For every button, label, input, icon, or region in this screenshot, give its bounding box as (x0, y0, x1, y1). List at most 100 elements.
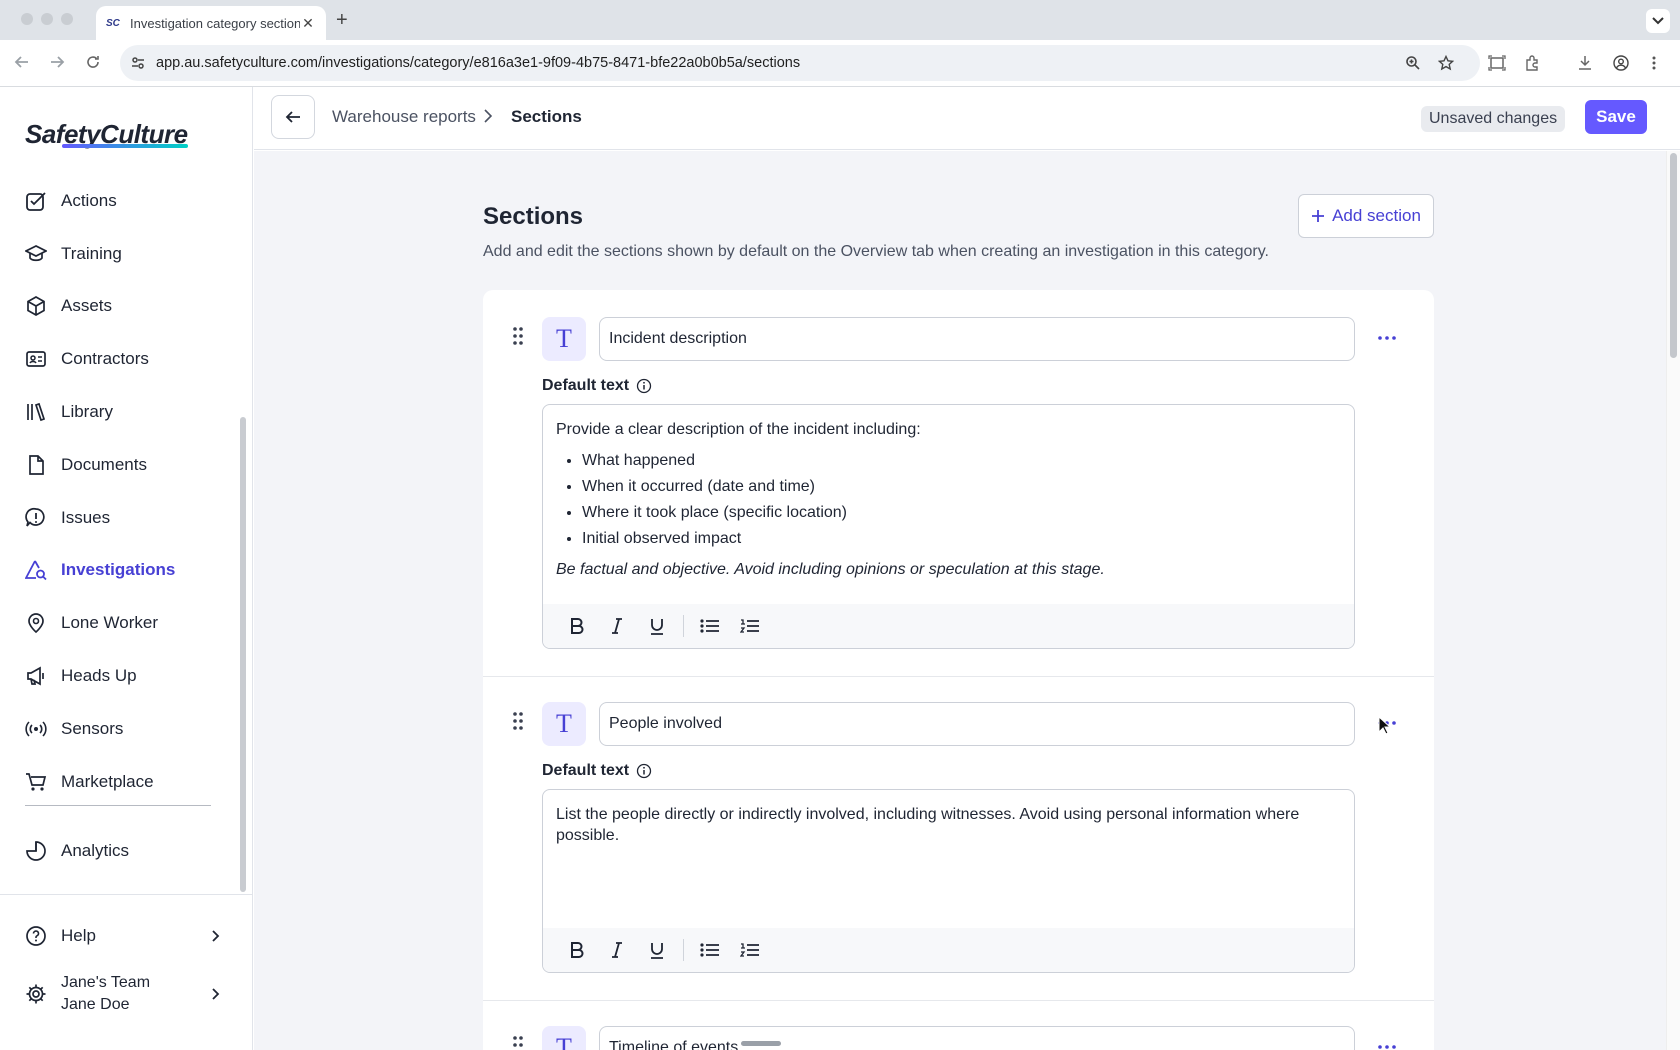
map-pin-icon (24, 611, 48, 635)
add-section-button[interactable]: Add section (1298, 194, 1434, 238)
list-item: Initial observed impact (582, 528, 1341, 549)
sidebar-scroll-fade (0, 165, 240, 181)
window-minimize-button[interactable] (41, 13, 53, 25)
drag-handle-icon[interactable] (513, 327, 523, 345)
tab-search-button[interactable] (1646, 9, 1670, 33)
sidebar-item-heads-up[interactable]: Heads Up (0, 656, 240, 696)
window-close-button[interactable] (21, 13, 33, 25)
default-text-label: Default text (542, 377, 652, 395)
forward-nav-icon[interactable] (49, 54, 65, 70)
profile-icon[interactable] (1613, 55, 1629, 71)
sidebar-item-marketplace[interactable]: Marketplace (0, 762, 240, 802)
browser-tab[interactable]: SC Investigation category sections ✕ (96, 6, 326, 40)
drag-handle-icon[interactable] (513, 1036, 523, 1050)
chevron-right-icon (212, 930, 220, 942)
italic-button[interactable] (597, 935, 637, 965)
section-title-input[interactable] (599, 1026, 1355, 1050)
section-title-input[interactable] (599, 317, 1355, 361)
new-tab-icon[interactable]: + (336, 10, 348, 30)
page-scrollbar-thumb[interactable] (1670, 153, 1677, 358)
sidebar-item-issues[interactable]: Issues (0, 498, 240, 538)
numbered-list-icon (740, 943, 759, 957)
bold-button[interactable] (557, 611, 597, 641)
save-button[interactable]: Save (1585, 100, 1647, 134)
numbered-list-button[interactable] (730, 935, 770, 965)
sidebar-item-label: Assets (61, 296, 113, 315)
info-icon[interactable] (636, 378, 652, 394)
numbered-list-button[interactable] (730, 611, 770, 641)
sidebar-item-analytics[interactable]: Analytics (0, 831, 240, 871)
default-text-editor[interactable]: Provide a clear description of the incid… (542, 404, 1355, 649)
browser-tab-strip: SC Investigation category sections ✕ + (0, 0, 1680, 40)
plus-icon (1312, 210, 1325, 222)
downloads-icon[interactable] (1577, 55, 1593, 71)
sidebar-item-lone-worker[interactable]: Lone Worker (0, 603, 240, 643)
arrow-left-icon (285, 111, 300, 123)
sensor-icon (24, 717, 48, 741)
sidebar-item-label: Heads Up (61, 666, 137, 685)
sidebar-item-account[interactable]: Jane's Team Jane Doe (0, 967, 240, 1021)
sidebar-item-sensors[interactable]: Sensors (0, 709, 240, 749)
italic-icon (612, 942, 622, 958)
tab-close-icon[interactable]: ✕ (300, 15, 316, 32)
browser-menu-icon[interactable] (1651, 55, 1657, 71)
main-content: Sections Add and edit the sections shown… (254, 151, 1666, 1050)
section-title-input[interactable] (599, 702, 1355, 746)
help-icon (24, 924, 48, 948)
underline-icon (651, 618, 663, 635)
sidebar-item-contractors[interactable]: Contractors (0, 339, 240, 379)
italic-icon (612, 618, 622, 634)
horizontal-scroll-indicator (741, 1041, 781, 1046)
bullet-list-button[interactable] (690, 611, 730, 641)
breadcrumb-parent-link[interactable]: Warehouse reports (332, 107, 476, 127)
sidebar-item-assets[interactable]: Assets (0, 286, 240, 326)
default-text-label-text: Default text (542, 762, 630, 779)
sidebar-item-library[interactable]: Library (0, 392, 240, 432)
bold-button[interactable] (557, 935, 597, 965)
zoom-icon[interactable] (1405, 55, 1421, 71)
default-text-editor[interactable]: List the people directly or indirectly i… (542, 789, 1355, 973)
bookmark-star-icon[interactable] (1438, 55, 1454, 71)
back-nav-icon[interactable] (14, 54, 30, 70)
sidebar-item-label: Actions (61, 191, 117, 210)
site-settings-icon[interactable] (130, 55, 146, 71)
investigation-icon (24, 558, 48, 582)
sidebar-item-training[interactable]: Training (0, 234, 240, 274)
sidebar-item-documents[interactable]: Documents (0, 445, 240, 485)
editor-content[interactable]: Provide a clear description of the incid… (543, 405, 1354, 580)
section-divider (483, 1000, 1434, 1001)
editor-content[interactable]: List the people directly or indirectly i… (543, 790, 1354, 846)
underline-icon (651, 942, 663, 959)
italic-button[interactable] (597, 611, 637, 641)
more-options-icon[interactable] (1371, 1037, 1403, 1050)
text-section-icon: T (542, 702, 586, 746)
page-scrollbar[interactable] (1666, 151, 1680, 1050)
team-name: Jane's Team (61, 974, 151, 991)
back-button[interactable] (271, 95, 315, 139)
bullet-list-button[interactable] (690, 935, 730, 965)
sidebar-item-investigations[interactable]: Investigations (0, 550, 240, 590)
window-zoom-button[interactable] (61, 13, 73, 25)
screen-capture-icon[interactable] (1488, 55, 1506, 71)
sidebar-item-label: Issues (61, 508, 111, 527)
info-icon[interactable] (636, 763, 652, 779)
url-text: app.au.safetyculture.com/investigations/… (156, 55, 801, 71)
sidebar-item-help[interactable]: Help (0, 916, 240, 956)
id-card-icon (24, 347, 48, 371)
underline-button[interactable] (637, 935, 677, 965)
sidebar-scrollbar[interactable] (240, 417, 246, 892)
reload-icon[interactable] (85, 54, 101, 70)
more-options-icon[interactable] (1371, 328, 1403, 348)
extensions-icon[interactable] (1524, 55, 1540, 71)
cart-icon (24, 770, 48, 794)
text-section-icon: T (542, 1026, 586, 1050)
editor-paragraph: Provide a clear description of the incid… (556, 421, 921, 438)
underline-button[interactable] (637, 611, 677, 641)
sidebar-item-actions[interactable]: Actions (0, 181, 240, 221)
pie-chart-icon (24, 839, 48, 863)
sidebar-item-label: Library (61, 402, 113, 421)
url-field[interactable]: app.au.safetyculture.com/investigations/… (120, 45, 1480, 81)
list-item: When it occurred (date and time) (582, 476, 1341, 497)
breadcrumb-current: Sections (511, 107, 582, 126)
drag-handle-icon[interactable] (513, 712, 523, 730)
